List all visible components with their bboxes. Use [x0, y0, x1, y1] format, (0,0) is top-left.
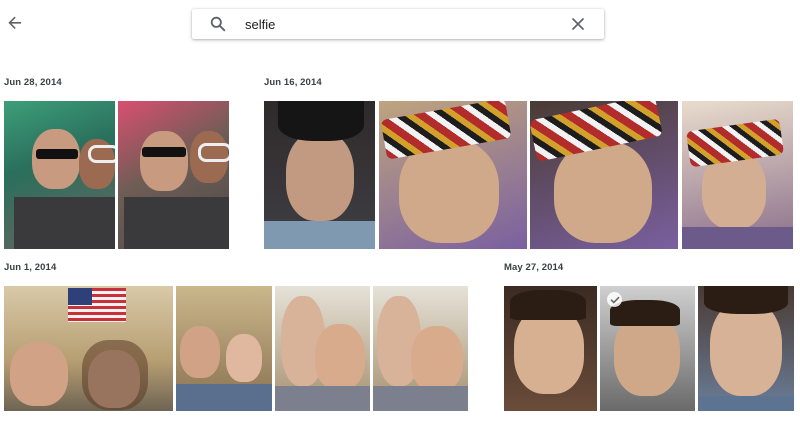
date-heading: May 27, 2014 [504, 262, 564, 273]
back-button[interactable] [4, 12, 26, 34]
arrow-left-icon [8, 16, 21, 29]
photo-thumbnail[interactable] [504, 286, 597, 411]
date-heading: Jun 1, 2014 [4, 262, 57, 273]
clear-search-button[interactable] [568, 14, 588, 34]
photo-thumbnail[interactable] [379, 101, 527, 249]
photo-thumbnail[interactable] [275, 286, 370, 411]
photo-thumbnail-selected[interactable] [600, 286, 695, 411]
check-circle-icon[interactable] [607, 292, 622, 307]
photo-thumbnail[interactable] [176, 286, 272, 411]
photo-thumbnail[interactable] [118, 101, 229, 249]
search-icon[interactable] [210, 16, 226, 32]
photo-thumbnail[interactable] [4, 286, 173, 411]
photo-thumbnail[interactable] [682, 101, 793, 249]
photo-thumbnail[interactable] [530, 101, 678, 249]
close-icon [572, 18, 584, 30]
search-input[interactable] [245, 14, 568, 34]
date-heading: Jun 16, 2014 [264, 77, 322, 88]
photo-thumbnail[interactable] [264, 101, 375, 249]
date-heading: Jun 28, 2014 [4, 77, 62, 88]
photo-thumbnail[interactable] [373, 286, 468, 411]
photo-thumbnail[interactable] [4, 101, 115, 249]
search-bar [192, 9, 604, 39]
photo-thumbnail[interactable] [698, 286, 794, 411]
